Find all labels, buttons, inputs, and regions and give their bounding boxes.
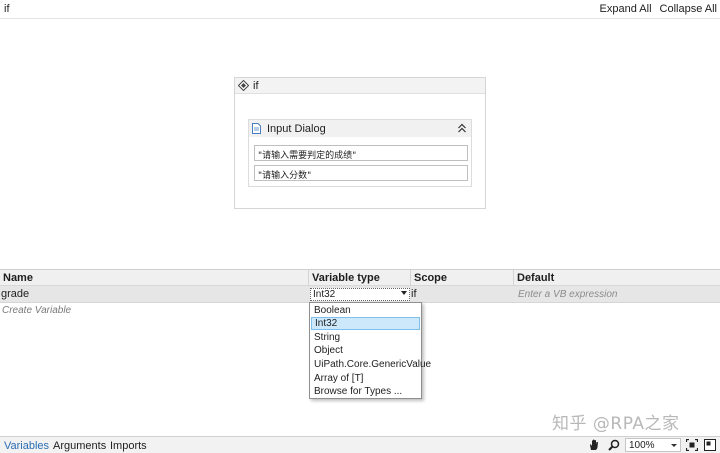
fit-to-screen-icon[interactable]: [686, 439, 698, 451]
dropdown-option-string[interactable]: String: [311, 331, 420, 344]
input-dialog-header: Input Dialog: [249, 120, 471, 137]
dropdown-option-object[interactable]: Object: [311, 344, 420, 357]
watermark: 知乎 @RPA之家: [552, 414, 680, 434]
chevron-double-up-icon[interactable]: [457, 122, 467, 134]
variables-table-header: Name Variable type Scope Default: [0, 270, 720, 286]
chevron-down-icon: [671, 444, 677, 447]
column-divider[interactable]: [410, 270, 411, 286]
column-header-default[interactable]: Default: [517, 272, 554, 284]
magnifier-icon[interactable]: [608, 439, 620, 451]
if-activity-icon: [238, 80, 249, 91]
dropdown-option-browse-types[interactable]: Browse for Types ...: [311, 385, 420, 398]
variable-type-value: Int32: [313, 289, 336, 300]
chevron-down-icon[interactable]: [401, 291, 407, 295]
tab-imports[interactable]: Imports: [110, 440, 147, 452]
dropdown-option-array[interactable]: Array of [T]: [311, 372, 420, 385]
header-actions: Expand All Collapse All: [600, 3, 717, 15]
create-variable-row[interactable]: Create Variable: [2, 305, 71, 316]
dropdown-option-genericvalue[interactable]: UiPath.Core.GenericValue: [311, 358, 431, 371]
column-header-type[interactable]: Variable type: [312, 272, 380, 284]
tab-variables[interactable]: Variables: [4, 440, 49, 452]
dialog-title-field[interactable]: "请输入需要判定的成绩": [254, 145, 468, 161]
variable-scope-cell[interactable]: if: [411, 288, 417, 300]
dropdown-option-boolean[interactable]: Boolean: [311, 304, 420, 317]
variable-default-input[interactable]: Enter a VB expression: [518, 289, 618, 300]
if-activity[interactable]: if Input Dialog "请输入需要判定的成绩" "请输入分数": [234, 77, 486, 209]
tab-arguments[interactable]: Arguments: [53, 440, 106, 452]
document-icon: [252, 123, 261, 134]
hand-pan-icon[interactable]: [588, 439, 600, 451]
column-divider[interactable]: [308, 270, 309, 286]
table-row[interactable]: grade Int32 if Enter a VB expression: [0, 286, 720, 303]
column-header-name[interactable]: Name: [3, 272, 33, 284]
zoom-select[interactable]: 100%: [625, 438, 681, 452]
designer-header: if Expand All Collapse All: [0, 0, 720, 19]
dialog-label-field[interactable]: "请输入分数": [254, 165, 468, 181]
variable-name-cell[interactable]: grade: [1, 288, 29, 300]
expand-all-button[interactable]: Expand All: [600, 3, 652, 15]
dropdown-option-int32[interactable]: Int32: [311, 317, 420, 330]
column-header-scope[interactable]: Scope: [414, 272, 447, 284]
variable-type-select[interactable]: Int32: [310, 288, 410, 301]
overview-map-icon[interactable]: [704, 439, 716, 451]
input-dialog-title: Input Dialog: [267, 123, 326, 135]
if-activity-header: if: [235, 78, 485, 94]
collapse-all-button[interactable]: Collapse All: [660, 3, 717, 15]
designer-canvas: if Input Dialog "请输入需要判定的成绩" "请输入分数": [0, 20, 720, 268]
variable-type-dropdown: Boolean Int32 String Object UiPath.Core.…: [309, 302, 431, 399]
zoom-value: 100%: [629, 440, 655, 451]
column-divider[interactable]: [513, 270, 514, 286]
breadcrumb[interactable]: if: [4, 3, 10, 15]
if-activity-title: if: [253, 80, 259, 92]
input-dialog-activity[interactable]: Input Dialog "请输入需要判定的成绩" "请输入分数": [248, 119, 472, 187]
bottom-toolbar: Variables Arguments Imports 100%: [0, 436, 720, 453]
